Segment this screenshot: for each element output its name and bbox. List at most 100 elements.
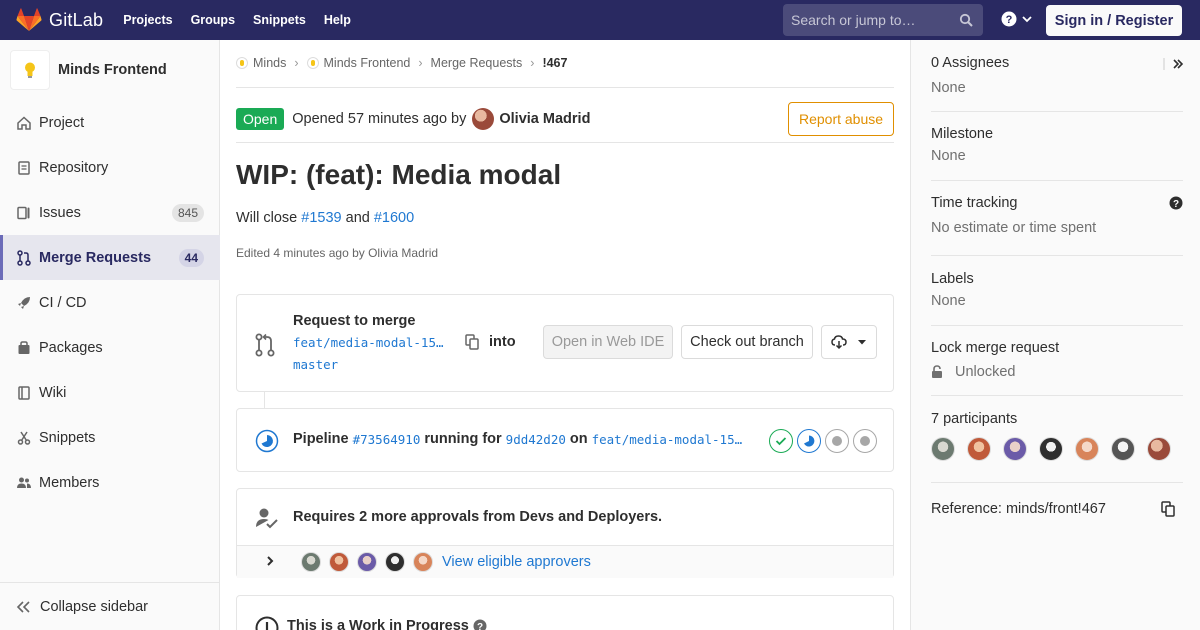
breadcrumb-current[interactable]: !467 xyxy=(542,56,567,70)
stage-passed-icon[interactable] xyxy=(769,429,793,453)
avatar[interactable] xyxy=(1147,437,1171,461)
approvals-required-text: Requires 2 more approvals from Devs and … xyxy=(293,509,663,525)
breadcrumb-item-minds[interactable]: Minds xyxy=(253,56,286,70)
author-avatar[interactable] xyxy=(472,108,495,130)
search-input[interactable] xyxy=(791,12,956,28)
search-box[interactable] xyxy=(783,4,983,36)
lock-label: Lock merge request xyxy=(931,340,1060,356)
breadcrumb-separator: › xyxy=(418,56,423,70)
doc-icon xyxy=(18,160,30,175)
divider xyxy=(236,87,894,88)
issues-icon xyxy=(17,206,30,219)
stage-running-icon[interactable] xyxy=(797,429,821,453)
sidebar-item-project[interactable]: Project xyxy=(0,100,220,145)
avatar[interactable] xyxy=(1039,437,1063,461)
collapse-sidebar-button[interactable]: Collapse sidebar xyxy=(0,582,220,630)
question-circle-icon: ? xyxy=(1001,11,1017,27)
stage-created-icon[interactable] xyxy=(853,429,877,453)
reference-block: Reference: minds/front!467 xyxy=(931,501,1183,517)
warning-circle-icon xyxy=(255,616,279,630)
issue-link-1539[interactable]: #1539 xyxy=(301,210,341,226)
merge-into-label: into xyxy=(489,334,516,350)
breadcrumb-separator: › xyxy=(530,56,535,70)
approvals-widget: Requires 2 more approvals from Devs and … xyxy=(236,488,894,578)
nav-groups[interactable]: Groups xyxy=(191,13,235,27)
users-icon xyxy=(17,477,31,488)
avatar[interactable] xyxy=(329,552,349,572)
expand-sidebar-icon[interactable] xyxy=(1163,57,1185,71)
pipeline-branch-link[interactable]: feat/media-modal-15… xyxy=(592,432,743,447)
sidebar-item-ci-cd[interactable]: CI / CD xyxy=(0,280,220,325)
avatar[interactable] xyxy=(301,552,321,572)
sidebar-item-label: Repository xyxy=(39,159,109,176)
sidebar-item-repository[interactable]: Repository xyxy=(0,145,220,190)
report-abuse-button[interactable]: Report abuse xyxy=(788,102,894,136)
sidebar-item-label: CI / CD xyxy=(39,294,87,311)
chevron-right-icon[interactable] xyxy=(265,555,275,567)
assignees-label: 0 Assignees xyxy=(931,55,1010,71)
breadcrumb-item-merge-requests[interactable]: Merge Requests xyxy=(431,56,523,70)
avatar[interactable] xyxy=(1003,437,1027,461)
divider xyxy=(931,395,1183,396)
avatar[interactable] xyxy=(385,552,405,572)
merge-request-icon xyxy=(17,249,31,266)
double-chevron-left-icon xyxy=(16,600,30,613)
nav-help[interactable]: Help xyxy=(324,13,351,27)
pipeline-running-for: running for xyxy=(424,431,502,447)
source-branch-link[interactable]: feat/media-modal-15… xyxy=(293,335,444,350)
issues-count-badge: 845 xyxy=(171,203,204,222)
caret-down-icon xyxy=(858,340,866,345)
lock-open-icon xyxy=(932,365,942,378)
divider xyxy=(236,142,894,143)
nav-projects[interactable]: Projects xyxy=(123,13,172,27)
question-circle-icon[interactable]: ? xyxy=(1169,196,1183,210)
participants-block: 7 participants xyxy=(931,411,1183,461)
copy-icon[interactable] xyxy=(465,334,479,350)
sidebar-item-wiki[interactable]: Wiki xyxy=(0,370,220,415)
nav-snippets[interactable]: Snippets xyxy=(253,13,306,27)
svg-text:?: ? xyxy=(1006,14,1013,26)
view-eligible-approvers-link[interactable]: View eligible approvers xyxy=(442,554,591,570)
download-dropdown-button[interactable] xyxy=(821,325,877,359)
avatar[interactable] xyxy=(1111,437,1135,461)
sidebar-item-issues[interactable]: Issues 845 xyxy=(0,190,220,235)
breadcrumb-item-minds-frontend[interactable]: Minds Frontend xyxy=(324,56,411,70)
divider xyxy=(931,111,1183,112)
group-avatar xyxy=(236,57,248,69)
sign-in-button[interactable]: Sign in / Register xyxy=(1046,5,1182,36)
sidebar-project-header[interactable]: Minds Frontend xyxy=(0,40,219,100)
sidebar-item-label: Issues xyxy=(39,204,81,221)
sidebar-item-merge-requests[interactable]: Merge Requests 44 xyxy=(0,235,220,280)
avatar[interactable] xyxy=(413,552,433,572)
author-name[interactable]: Olivia Madrid xyxy=(499,111,590,127)
sidebar-item-packages[interactable]: Packages xyxy=(0,325,220,370)
check-out-branch-button[interactable]: Check out branch xyxy=(681,325,813,359)
copy-icon[interactable] xyxy=(1161,501,1175,517)
divider xyxy=(931,180,1183,181)
time-tracking-value: No estimate or time spent xyxy=(931,220,1097,236)
pipeline-id-link[interactable]: #73564910 xyxy=(353,432,421,447)
help-dropdown[interactable]: ? xyxy=(1001,11,1033,27)
open-web-ide-button[interactable]: Open in Web IDE xyxy=(543,325,673,359)
stage-created-icon[interactable] xyxy=(825,429,849,453)
lightbulb-icon xyxy=(25,62,35,78)
status-running-icon[interactable] xyxy=(255,429,279,453)
svg-text:?: ? xyxy=(477,622,483,630)
lock-status: Unlocked xyxy=(931,364,1183,380)
commit-sha-link[interactable]: 9dd42d20 xyxy=(506,432,566,447)
avatar[interactable] xyxy=(357,552,377,572)
avatar[interactable] xyxy=(967,437,991,461)
scissors-icon xyxy=(17,431,31,445)
gitlab-logo-link[interactable]: GitLab xyxy=(16,0,103,40)
sidebar-item-snippets[interactable]: Snippets xyxy=(0,415,220,460)
sidebar-item-label: Project xyxy=(39,114,85,131)
issue-link-1600[interactable]: #1600 xyxy=(374,210,414,226)
pipeline-widget: Pipeline #73564910 running for 9dd42d20 … xyxy=(236,408,894,472)
merge-title: Request to merge xyxy=(293,313,416,329)
milestone-value: None xyxy=(931,148,966,164)
sidebar-item-members[interactable]: Members xyxy=(0,460,220,505)
avatar[interactable] xyxy=(1075,437,1099,461)
avatar[interactable] xyxy=(931,437,955,461)
target-branch-link[interactable]: master xyxy=(293,357,338,372)
question-circle-icon[interactable]: ? xyxy=(473,619,487,630)
